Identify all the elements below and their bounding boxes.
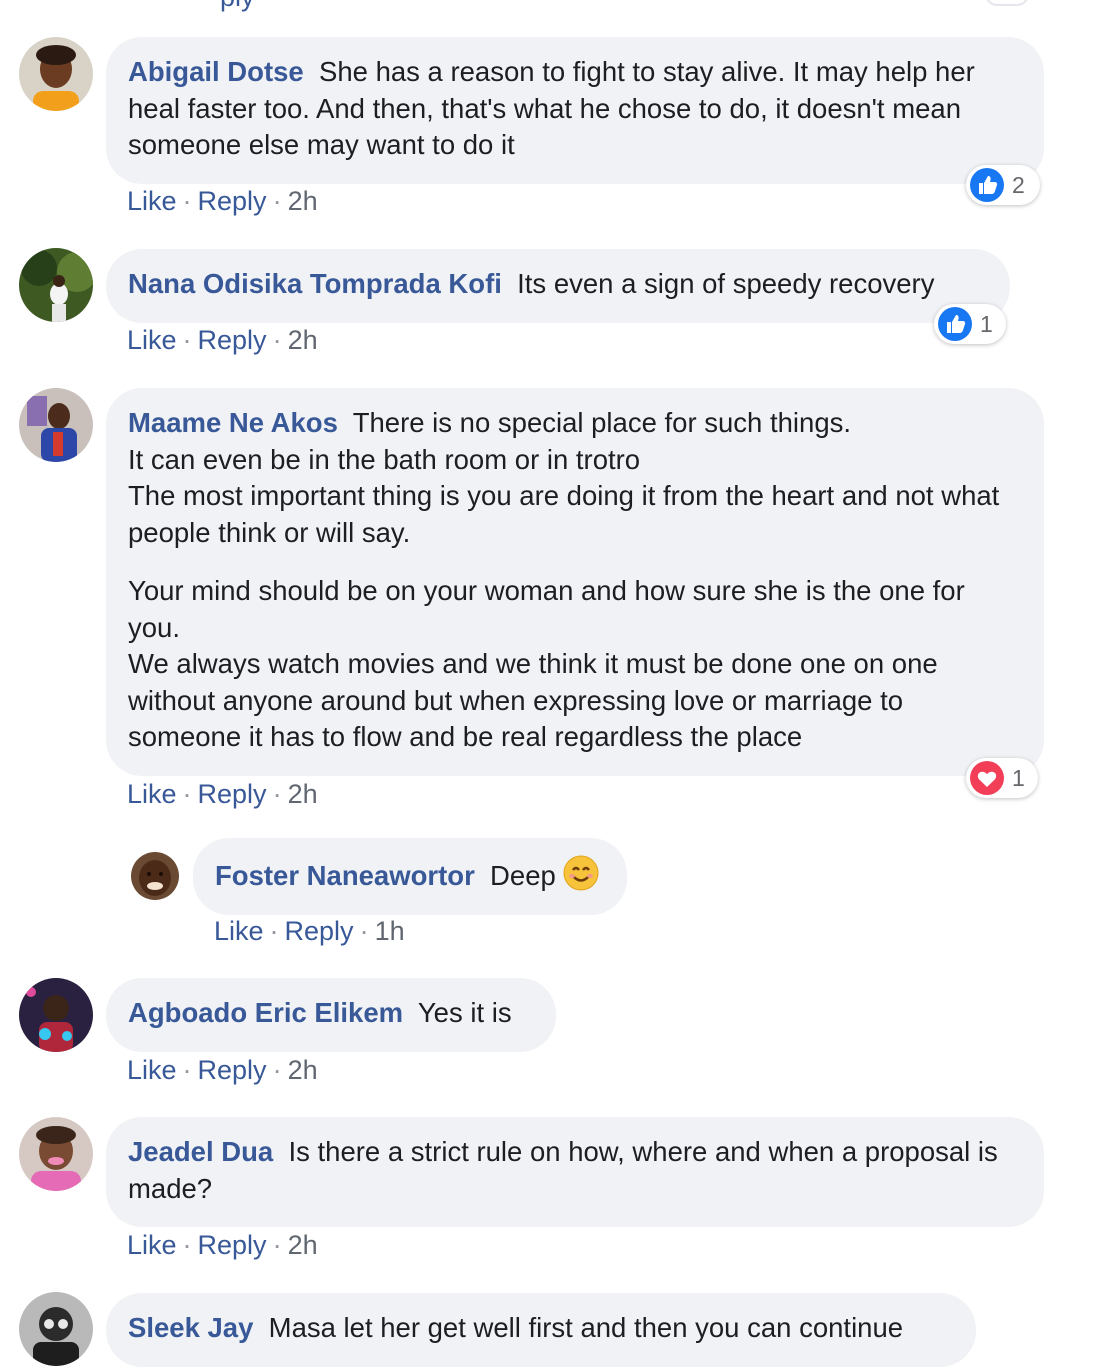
comment-author[interactable]: Agboado Eric Elikem (128, 997, 403, 1028)
separator-dot: · (359, 916, 369, 946)
comment-timestamp[interactable]: 2h (288, 186, 318, 216)
reaction-badge[interactable]: 1 (934, 304, 1006, 344)
reaction-badge[interactable]: 1 (966, 758, 1038, 798)
reply-link[interactable]: Reply (285, 916, 354, 946)
separator-dot: · (272, 325, 282, 355)
separator-dot: · (182, 779, 192, 809)
separator-dot: · (182, 1055, 192, 1085)
comment-actions: Like · Reply · 2h (127, 186, 318, 217)
reaction-count: 1 (980, 310, 993, 337)
comment-bubble: Maame Ne Akos There is no special place … (106, 388, 1044, 776)
reply-link[interactable]: Reply (198, 779, 267, 809)
comments-thread: ply Abigail Dotse She has a reason to fi… (0, 0, 1120, 1368)
comment-text: Deep (482, 860, 556, 891)
smiling-face-emoji (563, 855, 599, 891)
cut-off-reply-link[interactable]: ply (220, 0, 255, 13)
avatar[interactable] (19, 248, 93, 322)
comment-actions: Like · Reply · 2h (127, 325, 318, 356)
avatar[interactable] (19, 37, 93, 111)
reply-actions: Like · Reply · 1h (214, 916, 405, 947)
like-icon (970, 168, 1004, 202)
separator-dot: · (272, 1055, 282, 1085)
like-link[interactable]: Like (127, 1055, 177, 1085)
reply-bubble: Foster Naneawortor Deep (193, 838, 627, 915)
separator-dot: · (272, 779, 282, 809)
comment-bubble: Jeadel Dua Is there a strict rule on how… (106, 1117, 1044, 1227)
comment-bubble: Nana Odisika Tomprada Kofi Its even a si… (106, 249, 1010, 323)
comment-bubble: Agboado Eric Elikem Yes it is (106, 978, 556, 1052)
reply-link[interactable]: Reply (198, 1055, 267, 1085)
separator-dot: · (272, 1230, 282, 1260)
paragraph-break (128, 551, 1020, 573)
comment-actions: Like · Reply · 2h (127, 1055, 318, 1086)
separator-dot: · (182, 1230, 192, 1260)
like-link[interactable]: Like (127, 186, 177, 216)
comment-author[interactable]: Abigail Dotse (128, 56, 304, 87)
comment-author[interactable]: Foster Naneawortor (215, 860, 475, 891)
comment-actions: Like · Reply · 2h (127, 1230, 318, 1261)
avatar[interactable] (19, 1117, 93, 1191)
like-link[interactable]: Like (127, 779, 177, 809)
reaction-count: 1 (1012, 764, 1025, 791)
like-link[interactable]: Like (127, 1230, 177, 1260)
reaction-badge[interactable]: 2 (966, 165, 1040, 205)
separator-dot: · (272, 186, 282, 216)
comment-author[interactable]: Nana Odisika Tomprada Kofi (128, 268, 502, 299)
avatar[interactable] (19, 388, 93, 462)
like-link[interactable]: Like (214, 916, 264, 946)
reaction-count: 2 (1012, 171, 1025, 198)
comment-text: Yes it is (410, 997, 512, 1028)
reply-link[interactable]: Reply (198, 325, 267, 355)
comment-author[interactable]: Sleek Jay (128, 1312, 253, 1343)
like-link[interactable]: Like (127, 325, 177, 355)
cut-off-reaction-badge (985, 0, 1029, 6)
avatar[interactable] (131, 852, 179, 900)
comment-text: Masa let her get well first and then you… (261, 1312, 904, 1343)
comment-bubble: Sleek Jay Masa let her get well first an… (106, 1293, 976, 1367)
comment-text: Its even a sign of speedy recovery (509, 268, 935, 299)
comment-timestamp[interactable]: 1h (375, 916, 405, 946)
comment-actions: Like · Reply · 2h (127, 779, 318, 810)
like-icon (938, 307, 972, 341)
avatar[interactable] (19, 978, 93, 1052)
reply-link[interactable]: Reply (198, 1230, 267, 1260)
comment-timestamp[interactable]: 2h (288, 325, 318, 355)
comment-timestamp[interactable]: 2h (288, 1230, 318, 1260)
comment-bubble: Abigail Dotse She has a reason to fight … (106, 37, 1044, 184)
love-icon (970, 761, 1004, 795)
comment-timestamp[interactable]: 2h (288, 1055, 318, 1085)
reply-link[interactable]: Reply (198, 186, 267, 216)
avatar[interactable] (19, 1292, 93, 1366)
separator-dot: · (182, 325, 192, 355)
comment-text-continued: Your mind should be on your woman and ho… (128, 575, 965, 752)
separator-dot: · (269, 916, 279, 946)
comment-author[interactable]: Jeadel Dua (128, 1136, 273, 1167)
comment-timestamp[interactable]: 2h (288, 779, 318, 809)
comment-author[interactable]: Maame Ne Akos (128, 407, 338, 438)
separator-dot: · (182, 186, 192, 216)
